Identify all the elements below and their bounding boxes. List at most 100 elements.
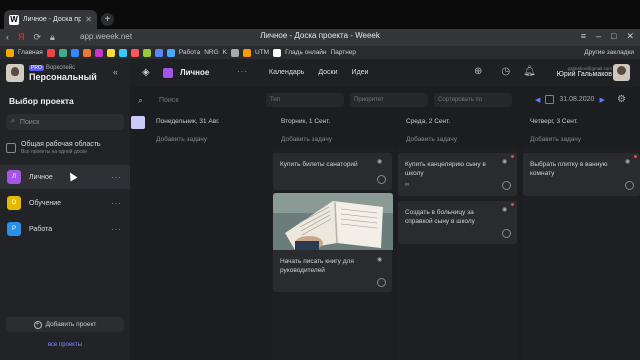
column-date: Понедельник, 31 Авг.	[156, 118, 220, 125]
browser-tab[interactable]: W Личное - Доска проекта ✕	[4, 10, 97, 29]
bookmark-item[interactable]: Гладь онлайн	[285, 49, 326, 56]
close-tab-icon[interactable]: ✕	[85, 15, 92, 24]
filter-bar: ⌕ Поиск Тип Приоритет Сортировать по ◀ 3…	[130, 87, 640, 113]
unread-dot	[634, 155, 637, 158]
page-title: Личное	[180, 68, 210, 77]
complete-checkbox[interactable]	[625, 181, 634, 190]
layers-icon[interactable]: ◈	[142, 67, 150, 78]
link-icon: ∞	[405, 182, 410, 188]
sidebar: PRO Воркспейс Персональный « Выбор проект…	[0, 59, 130, 360]
prev-arrow-icon[interactable]: ◀	[535, 96, 540, 104]
board-search-input[interactable]: Поиск	[159, 97, 178, 104]
more-icon[interactable]: ···	[111, 225, 122, 234]
refresh-icon[interactable]: ⟳	[34, 32, 42, 43]
eye-icon[interactable]: ◉	[377, 158, 382, 165]
add-task-button[interactable]: Добавить задачу	[281, 136, 332, 143]
more-icon[interactable]: ···	[111, 173, 122, 182]
eye-icon[interactable]: ◉	[377, 256, 382, 263]
type-filter[interactable]: Тип	[266, 93, 344, 107]
tab-calendar[interactable]: Календарь	[269, 69, 304, 76]
double-chevron-left-icon[interactable]: «	[113, 67, 118, 77]
avatar[interactable]	[613, 64, 630, 81]
bookmark-item[interactable]: Главная	[18, 49, 43, 56]
complete-checkbox[interactable]	[377, 278, 386, 287]
task-card[interactable]: Создать в больницу за справкой сыну в шк…	[398, 201, 517, 244]
column-header-monday: Понедельник, 31 Авг. Добавить задачу	[148, 113, 268, 147]
complete-checkbox[interactable]	[377, 175, 386, 184]
project-color-icon	[163, 68, 173, 78]
sidebar-item-personal[interactable]: Л Личное ···	[0, 165, 130, 189]
user-info[interactable]: galmakov@gmail.com Юрий Гальмаков	[550, 66, 612, 78]
common-workspace-item[interactable]: Общая рабочая область Все проекты на одн…	[6, 141, 124, 155]
yandex-icon[interactable]: Я	[18, 32, 25, 43]
complete-checkbox[interactable]	[502, 229, 511, 238]
weeek-favicon-icon: W	[9, 14, 19, 25]
unread-dot	[511, 155, 514, 158]
more-icon[interactable]: ···	[237, 67, 248, 76]
workspace-switcher[interactable]: PRO Воркспейс Персональный	[6, 64, 97, 82]
search-placeholder: Поиск	[19, 118, 40, 126]
complete-checkbox[interactable]	[502, 181, 511, 190]
calendar-icon	[545, 95, 555, 104]
search-icon[interactable]: ⌕	[138, 95, 143, 106]
bookmark-item[interactable]: NRG	[204, 49, 218, 56]
menu-icon[interactable]: ≡	[581, 31, 586, 42]
column-date: Среда, 2 Сент.	[406, 118, 451, 125]
more-icon[interactable]: ···	[111, 199, 122, 208]
add-task-button[interactable]: Добавить задачу	[156, 136, 207, 143]
bookmark-item[interactable]: Работа	[179, 49, 200, 56]
common-workspace-title: Общая рабочая область	[21, 141, 101, 148]
tab-ideas[interactable]: Идеи	[352, 69, 369, 76]
bookmarks-bar: Главная Работа NRG K UTM Гладь онлайн Па…	[0, 46, 640, 59]
task-card[interactable]: Купить канцелярию сыну в школу ◉ ∞	[398, 153, 517, 196]
minimize-icon[interactable]: –	[596, 31, 601, 42]
address-bar[interactable]: app.weeek.net	[80, 32, 132, 41]
add-project-button[interactable]: + Добавить проект	[6, 317, 124, 332]
bookmark-item[interactable]: K	[223, 49, 227, 56]
eye-icon[interactable]: ◉	[502, 158, 507, 165]
header-nav: Календарь Доски Идеи	[269, 69, 368, 76]
task-title: Создать в больницу за справкой сыну в шк…	[405, 209, 475, 225]
bookmark-item[interactable]: Другие закладки	[584, 49, 634, 56]
project-icon: Р	[7, 222, 21, 236]
task-card[interactable]: Купить билеты санаторий ◉	[273, 153, 392, 190]
sidebar-item-work[interactable]: Р Работа ···	[0, 217, 130, 241]
add-task-button[interactable]: Добавить задачу	[530, 136, 581, 143]
book-photo	[273, 193, 393, 250]
tab-boards[interactable]: Доски	[318, 69, 337, 76]
browser-tabbar: W Личное - Доска проекта ✕ +	[0, 0, 640, 29]
new-tab-button[interactable]: +	[101, 13, 114, 26]
app-header: ◈ Личное ··· Календарь Доски Идеи ⊕ ◷ 🔔︎…	[130, 59, 640, 87]
plus-circle-icon: +	[33, 320, 42, 329]
bookmark-icon	[6, 48, 14, 57]
column-date: Четверг, 3 Сент.	[530, 118, 578, 125]
column-header-thursday: Четверг, 3 Сент. Добавить задачу	[522, 113, 640, 147]
eye-icon[interactable]: ◉	[502, 206, 507, 213]
task-card[interactable]: Выбрать плитку в ванную комнату ◉	[523, 153, 640, 196]
priority-filter[interactable]: Приоритет	[350, 93, 428, 107]
avatar	[6, 64, 24, 82]
eye-icon[interactable]: ◉	[625, 158, 630, 165]
task-title: Начать писать книгу для руководителей	[280, 258, 354, 274]
sidebar-item-learning[interactable]: О Обучение ···	[0, 191, 130, 215]
next-arrow-icon[interactable]: ▶	[599, 96, 604, 104]
bookmark-item[interactable]: Партнер	[330, 49, 356, 56]
back-icon[interactable]: ‹	[6, 32, 9, 43]
close-window-icon[interactable]: ✕	[626, 31, 634, 42]
gear-icon[interactable]: ⚙	[617, 94, 626, 105]
task-title: Купить канцелярию сыну в школу	[405, 161, 486, 177]
add-task-button[interactable]: Добавить задачу	[406, 136, 457, 143]
date-picker[interactable]: ◀ 31.08.2020 ▶	[535, 95, 605, 104]
sort-select[interactable]: Сортировать по	[434, 93, 512, 107]
project-search-input[interactable]: ⌕ Поиск	[6, 114, 124, 130]
column-header-wednesday: Среда, 2 Сент. Добавить задачу	[397, 113, 517, 147]
header-actions: ⊕ ◷ 🔔︎	[474, 66, 536, 77]
all-projects-link[interactable]: все проекты	[0, 342, 130, 348]
search-icon: ⌕	[11, 118, 15, 125]
maximize-icon[interactable]: □	[611, 31, 616, 42]
stopwatch-icon[interactable]: ◷	[501, 66, 510, 77]
plus-circle-icon[interactable]: ⊕	[474, 66, 482, 77]
bookmark-item[interactable]: UTM	[255, 49, 269, 56]
bell-icon[interactable]: 🔔︎	[523, 66, 536, 77]
task-card[interactable]: Начать писать книгу для руководителей ◉	[273, 193, 393, 292]
